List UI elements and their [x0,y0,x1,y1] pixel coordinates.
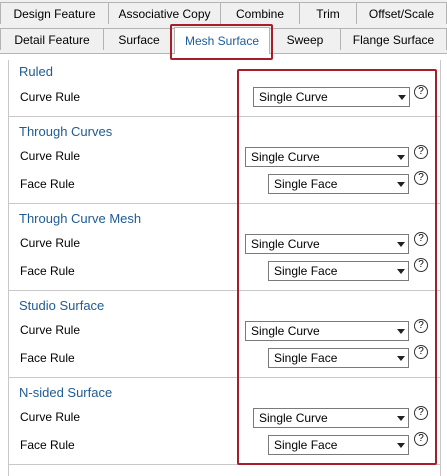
curve-rule-label: Curve Rule [20,90,81,104]
help-icon[interactable]: ? [414,319,428,333]
curve-rule-select[interactable]: Single Curve [253,408,409,428]
curve-rule-select[interactable]: Single Curve [245,321,409,341]
group-title: Through Curves [19,124,113,139]
chevron-down-icon[interactable] [394,415,408,421]
curve-rule-select[interactable]: Single Curve [245,147,409,167]
tab-offset-scale[interactable]: Offset/Scale [356,2,447,24]
tab-associative-copy[interactable]: Associative Copy [108,2,221,24]
chevron-down-icon[interactable] [395,94,409,100]
group-title: Ruled [19,64,53,79]
curve-rule-value: Single Curve [251,150,320,164]
group-ruled: Ruled Curve Rule Single Curve ? [9,60,440,117]
tab-surface[interactable]: Surface [103,28,175,50]
group-title: Through Curve Mesh [19,211,142,226]
help-icon[interactable]: ? [414,171,428,185]
chevron-down-icon[interactable] [394,268,408,274]
chevron-down-icon[interactable] [394,154,408,160]
curve-rule-value: Single Curve [259,411,328,425]
curve-rule-label: Curve Rule [20,410,81,424]
options-panel: Ruled Curve Rule Single Curve ? Through … [8,60,441,476]
group-title: Studio Surface [19,298,105,313]
tab-combine[interactable]: Combine [220,2,300,24]
group-title: N-sided Surface [19,385,113,400]
face-rule-select[interactable]: Single Face [268,435,409,455]
face-rule-select[interactable]: Single Face [268,261,409,281]
curve-rule-label: Curve Rule [20,323,81,337]
face-rule-value: Single Face [274,438,338,452]
face-rule-label: Face Rule [20,351,75,365]
help-icon[interactable]: ? [414,406,428,420]
curve-rule-select[interactable]: Single Curve [245,234,409,254]
chevron-down-icon[interactable] [394,355,408,361]
help-icon[interactable]: ? [414,85,428,99]
group-through-curves: Through Curves Curve Rule Single Curve ?… [9,116,440,204]
tab-trim[interactable]: Trim [299,2,357,24]
help-icon[interactable]: ? [414,345,428,359]
curve-rule-value: Single Curve [251,237,320,251]
help-icon[interactable]: ? [414,432,428,446]
help-icon[interactable]: ? [414,258,428,272]
chevron-down-icon[interactable] [394,442,408,448]
group-n-sided-surface: N-sided Surface Curve Rule Single Curve … [9,377,440,465]
face-rule-label: Face Rule [20,264,75,278]
chevron-down-icon[interactable] [394,181,408,187]
tab-row-1: Design Feature Associative Copy Combine … [0,0,447,26]
curve-rule-value: Single Curve [259,90,328,104]
tab-flange-surface[interactable]: Flange Surface [340,28,447,50]
face-rule-label: Face Rule [20,438,75,452]
help-icon[interactable]: ? [414,145,428,159]
group-studio-surface: Studio Surface Curve Rule Single Curve ?… [9,290,440,378]
curve-rule-label: Curve Rule [20,149,81,163]
face-rule-value: Single Face [274,264,338,278]
face-rule-value: Single Face [274,351,338,365]
tab-detail-feature[interactable]: Detail Feature [0,28,104,50]
tab-row-2: Detail Feature Surface Mesh Surface Swee… [0,26,447,54]
curve-rule-select[interactable]: Single Curve [253,87,410,107]
help-icon[interactable]: ? [414,232,428,246]
tab-sweep[interactable]: Sweep [269,28,341,50]
chevron-down-icon[interactable] [394,241,408,247]
chevron-down-icon[interactable] [394,328,408,334]
face-rule-select[interactable]: Single Face [268,348,409,368]
tab-mesh-surface[interactable]: Mesh Surface [174,27,270,54]
face-rule-select[interactable]: Single Face [268,174,409,194]
face-rule-value: Single Face [274,177,338,191]
face-rule-label: Face Rule [20,177,75,191]
curve-rule-value: Single Curve [251,324,320,338]
tab-design-feature[interactable]: Design Feature [0,2,109,24]
curve-rule-label: Curve Rule [20,236,81,250]
group-through-curve-mesh: Through Curve Mesh Curve Rule Single Cur… [9,203,440,291]
